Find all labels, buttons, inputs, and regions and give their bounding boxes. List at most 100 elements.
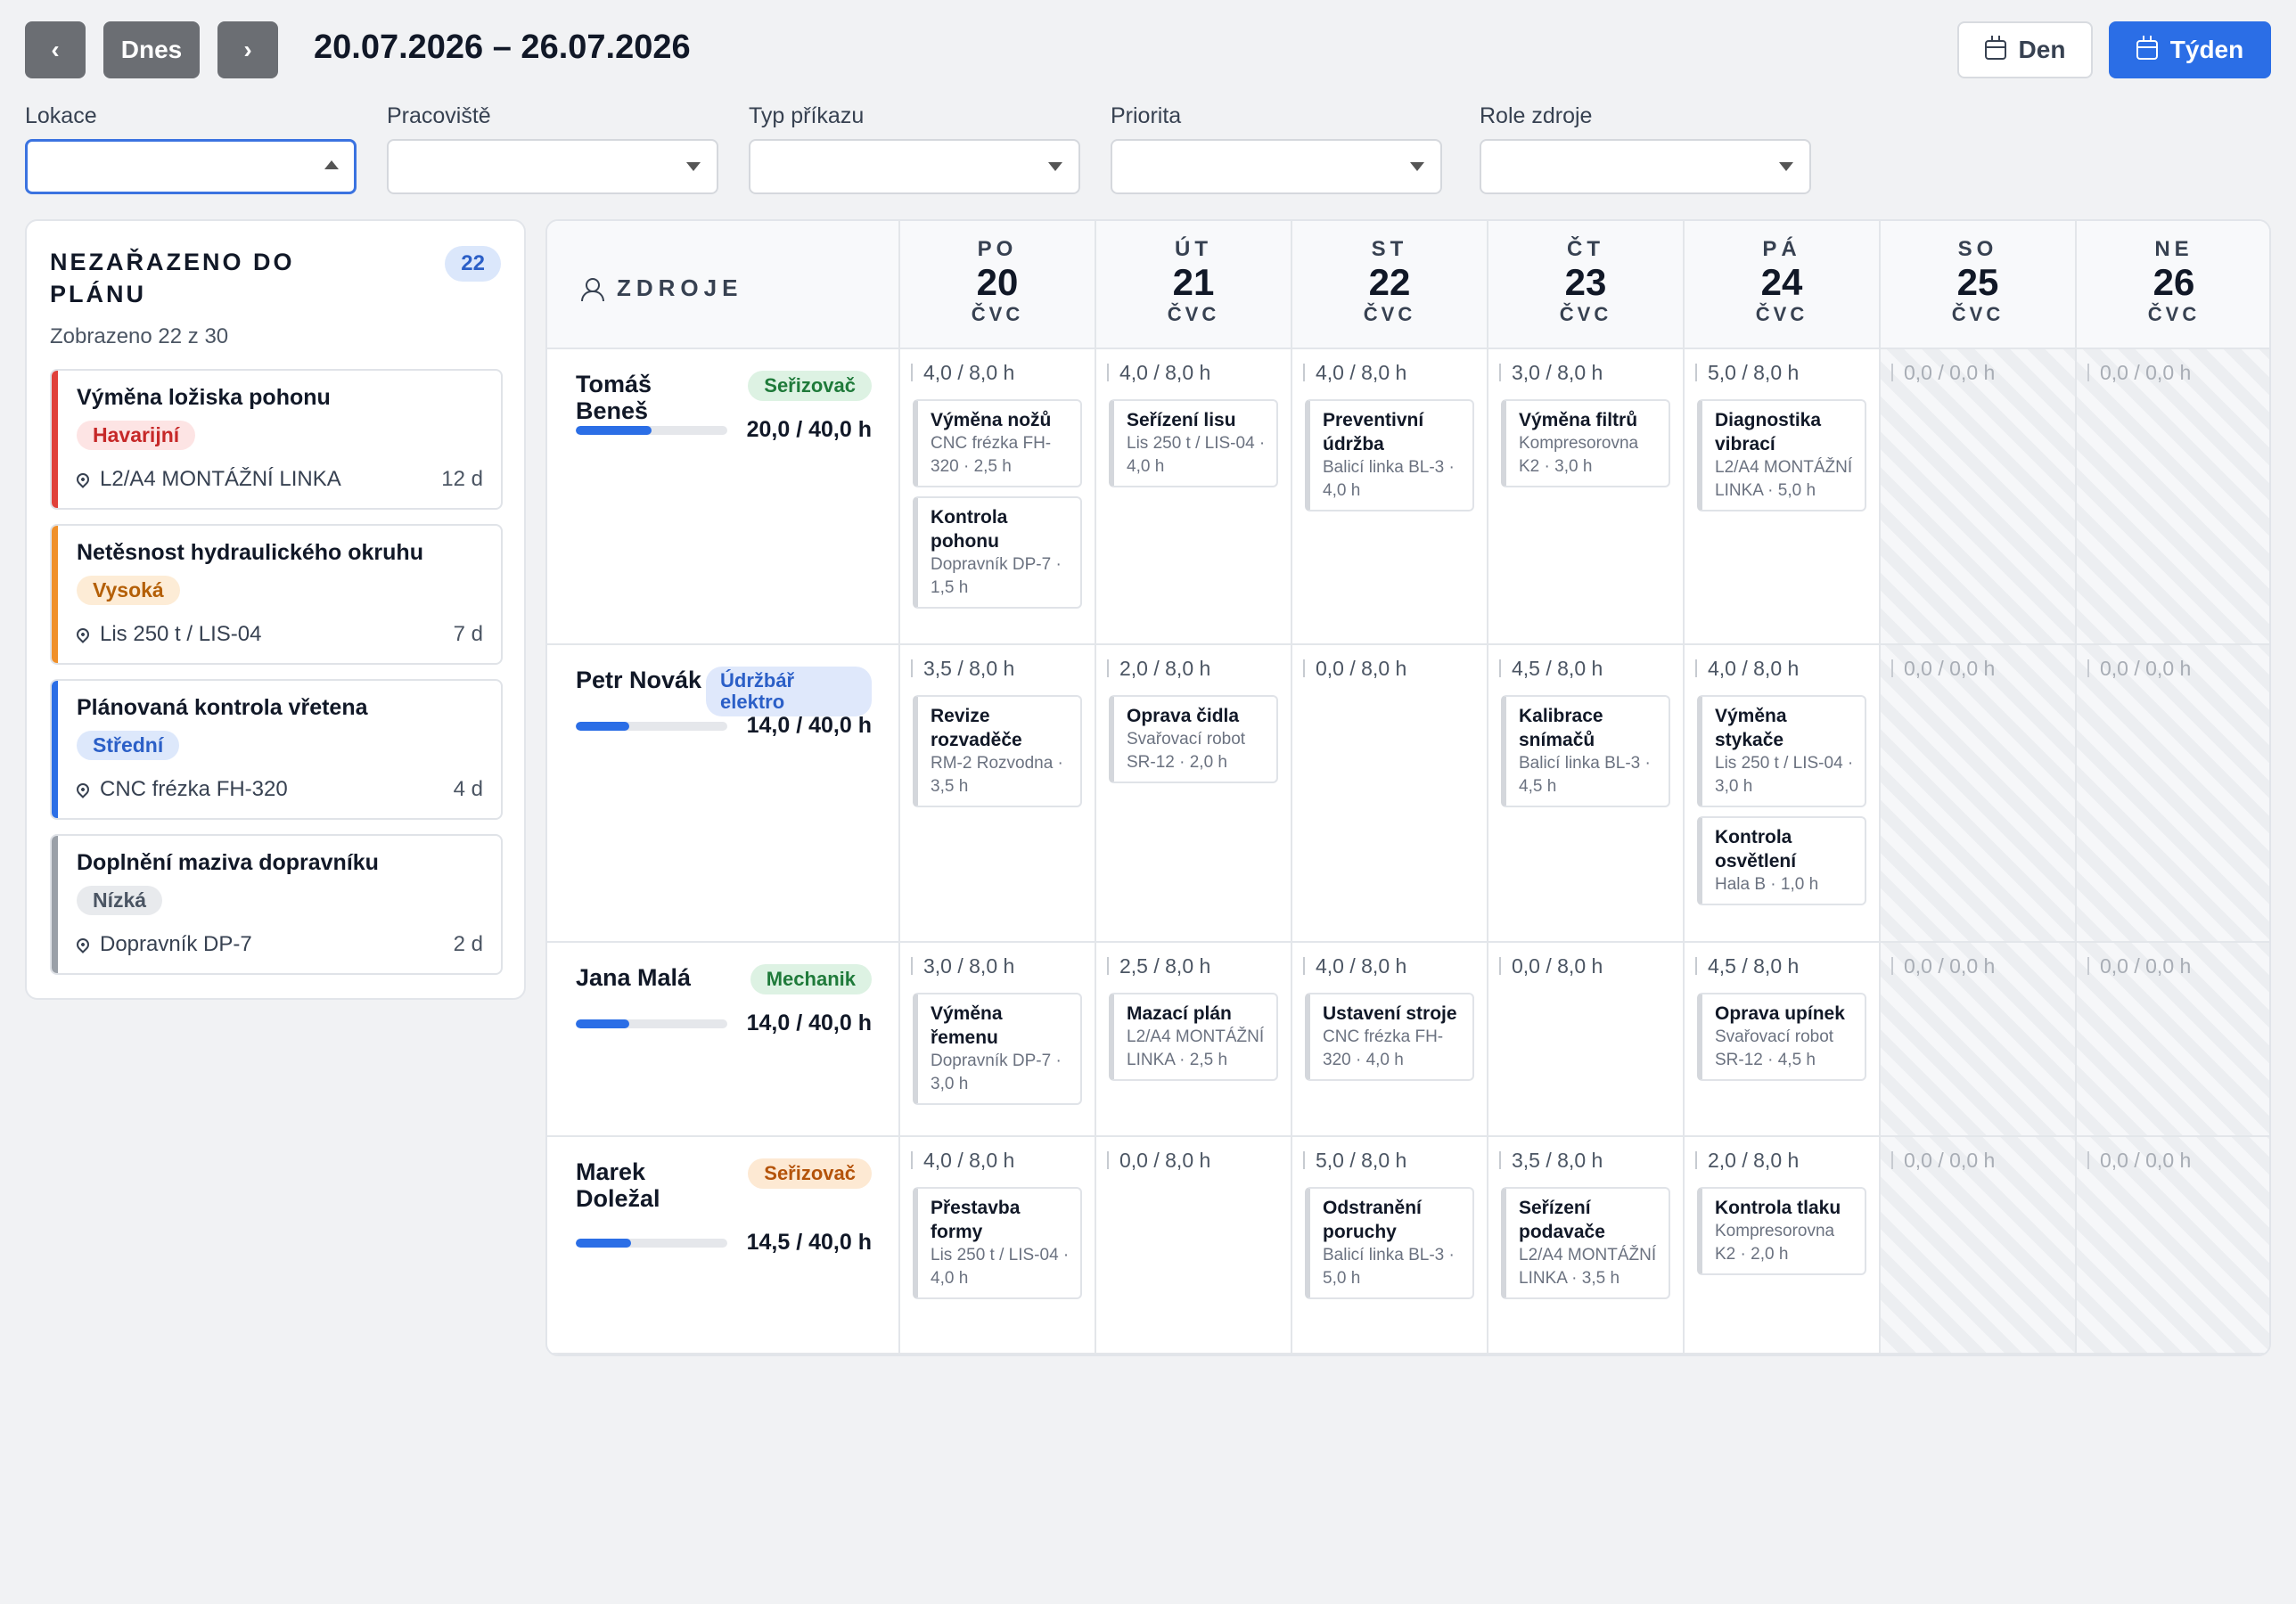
day-cell[interactable]: 5,0 / 8,0 h Diagnostika vibrací L2/A4 MONT…	[1683, 349, 1879, 643]
day-month: ČVC	[1559, 303, 1612, 325]
day-cell[interactable]: 4,0 / 8,0 h Výměna nožů CNC frézka FH-320 …	[898, 349, 1095, 643]
day-cell[interactable]: 4,0 / 8,0 h Přestavba formy Lis 250 t / LI…	[898, 1137, 1095, 1353]
unplanned-card[interactable]: Výměna ložiska pohonu Havarijní L2/A4 MONT…	[50, 369, 503, 510]
day-cell[interactable]: 0,0 / 0,0 h	[1879, 943, 2075, 1135]
work-order-card[interactable]: Ustavení stroje CNC frézka FH-320 · 4,0 h	[1305, 993, 1474, 1081]
previous-week-button[interactable]: ‹	[25, 21, 86, 78]
work-order-detail: Svařovací robot SR-12 · 2,0 h	[1127, 730, 1246, 772]
day-cell[interactable]: 0,0 / 0,0 h	[2075, 645, 2269, 941]
work-order-title: Oprava upínek	[1715, 1003, 1845, 1024]
filter-4: Role zdroje	[1480, 103, 1811, 194]
work-order-card[interactable]: Revize rozvaděče RM-2 Rozvodna · 3,5 h	[913, 695, 1082, 807]
work-order-card[interactable]: Odstranění poruchy Balicí linka BL-3 · 5,…	[1305, 1187, 1474, 1299]
work-order-detail: Dopravník DP-7 · 3,0 h	[931, 1052, 1062, 1093]
location-text: L2/A4 MONTÁŽNÍ LINKA	[100, 467, 341, 491]
day-cell[interactable]: 5,0 / 8,0 h Odstranění poruchy Balicí link…	[1291, 1137, 1487, 1353]
day-cell[interactable]: 0,0 / 0,0 h	[1879, 349, 2075, 643]
priority-badge: Střední	[77, 731, 180, 760]
day-cell[interactable]: 0,0 / 0,0 h	[1879, 1137, 2075, 1353]
day-cell[interactable]: 3,0 / 8,0 h Výměna řemenu Dopravník DP-7 ·…	[898, 943, 1095, 1135]
work-order-detail: Lis 250 t / LIS-04 · 3,0 h	[1715, 754, 1854, 796]
work-order-detail: Hala B · 1,0 h	[1715, 875, 1819, 894]
work-order-card[interactable]: Oprava čidla Svařovací robot SR-12 · 2,0 …	[1109, 695, 1278, 783]
today-button[interactable]: Dnes	[103, 21, 200, 78]
resource-hours: 14,0 / 40,0 h	[746, 713, 872, 738]
day-cell[interactable]: 4,0 / 8,0 h Preventivní údržba Balicí link…	[1291, 349, 1487, 643]
work-order-card[interactable]: Seřízení lisu Lis 250 t / LIS-04 · 4,0 h	[1109, 399, 1278, 487]
day-cell[interactable]: 4,0 / 8,0 h Výměna stykače Lis 250 t / LIS…	[1683, 645, 1879, 941]
work-order-card[interactable]: Oprava upínek Svařovací robot SR-12 · 4,5…	[1697, 993, 1866, 1081]
unplanned-card-title: Výměna ložiska pohonu	[77, 385, 331, 410]
day-cell[interactable]: 0,0 / 8,0 h	[1487, 943, 1683, 1135]
day-cell[interactable]: 0,0 / 0,0 h	[1879, 645, 2075, 941]
filter-select[interactable]	[749, 139, 1080, 194]
day-cell[interactable]: 2,0 / 8,0 h Kontrola tlaku Kompresorovna K…	[1683, 1137, 1879, 1353]
work-order-card[interactable]: Výměna nožů CNC frézka FH-320 · 2,5 h	[913, 399, 1082, 487]
work-order-card[interactable]: Kontrola pohonu Dopravník DP-7 · 1,5 h	[913, 496, 1082, 609]
day-load: 2,0 / 8,0 h	[1695, 1150, 1799, 1171]
day-cell[interactable]: 0,0 / 0,0 h	[2075, 1137, 2269, 1353]
day-cell[interactable]: 0,0 / 0,0 h	[2075, 943, 2269, 1135]
day-cell[interactable]: 4,0 / 8,0 h Ustavení stroje CNC frézka FH-…	[1291, 943, 1487, 1135]
day-number: 20	[976, 261, 1019, 303]
day-cell[interactable]: 3,0 / 8,0 h Výměna filtrů Kompresorovna K2…	[1487, 349, 1683, 643]
work-order-card[interactable]: Kalibrace snímačů Balicí linka BL-3 · 4,5…	[1501, 695, 1670, 807]
work-order-card[interactable]: Mazací plán L2/A4 MONTÁŽNÍ LINKA · 2,5 h	[1109, 993, 1278, 1081]
day-load: 4,0 / 8,0 h	[1695, 659, 1799, 679]
day-cell[interactable]: 4,0 / 8,0 h Seřízení lisu Lis 250 t / LIS-…	[1095, 349, 1291, 643]
work-order-card[interactable]: Výměna řemenu Dopravník DP-7 · 3,0 h	[913, 993, 1082, 1105]
day-load: 5,0 / 8,0 h	[1695, 363, 1799, 383]
work-order-card[interactable]: Výměna filtrů Kompresorovna K2 · 3,0 h	[1501, 399, 1670, 487]
unplanned-count-badge: 22	[445, 246, 501, 282]
day-cell[interactable]: 0,0 / 8,0 h	[1095, 1137, 1291, 1353]
unplanned-card[interactable]: Netěsnost hydraulického okruhu Vysoká Lis …	[50, 524, 503, 665]
unplanned-card-age: 12 d	[441, 467, 483, 491]
next-week-button[interactable]: ›	[217, 21, 278, 78]
day-load: 0,0 / 0,0 h	[1891, 1150, 1995, 1171]
work-order-detail: Lis 250 t / LIS-04 · 4,0 h	[1127, 434, 1266, 476]
chevron-down-icon	[686, 162, 701, 171]
work-order-card[interactable]: Přestavba formy Lis 250 t / LIS-04 · 4,0 …	[913, 1187, 1082, 1299]
unplanned-card-location: L2/A4 MONTÁŽNÍ LINKA	[74, 467, 341, 492]
unplanned-card[interactable]: Plánovaná kontrola vřetena Střední CNC fré…	[50, 679, 503, 820]
day-cell[interactable]: 3,5 / 8,0 h Seřízení podavače L2/A4 MONTÁŽ…	[1487, 1137, 1683, 1353]
unplanned-card[interactable]: Doplnění maziva dopravníku Nízká Dopravník…	[50, 834, 503, 975]
filter-select[interactable]	[1480, 139, 1811, 194]
day-cell[interactable]: 3,5 / 8,0 h Revize rozvaděče RM-2 Rozvodna…	[898, 645, 1095, 941]
resource-row: Jana Malá Mechanik 14,0 / 40,0 h 3,0 / 8,0 …	[547, 943, 2269, 1137]
work-order-card[interactable]: Výměna stykače Lis 250 t / LIS-04 · 3,0 h	[1697, 695, 1866, 807]
filter-select[interactable]	[25, 139, 357, 194]
resource-load-bar	[576, 1019, 727, 1028]
day-cell[interactable]: 4,5 / 8,0 h Oprava upínek Svařovací robot …	[1683, 943, 1879, 1135]
filter-select[interactable]	[387, 139, 718, 194]
work-order-title: Oprava čidla	[1127, 706, 1240, 726]
day-load: 4,0 / 8,0 h	[1303, 956, 1406, 977]
day-cell[interactable]: 4,5 / 8,0 h Kalibrace snímačů Balicí linka…	[1487, 645, 1683, 941]
resource-load-bar	[576, 1239, 727, 1248]
work-order-card[interactable]: Kontrola osvětlení Hala B · 1,0 h	[1697, 816, 1866, 905]
day-cell[interactable]: 0,0 / 8,0 h	[1291, 645, 1487, 941]
day-view-label: Den	[2018, 36, 2066, 63]
work-order-card[interactable]: Preventivní údržba Balicí linka BL-3 · 4,…	[1305, 399, 1474, 511]
resource-load-fill	[576, 1239, 631, 1248]
week-view-button[interactable]: Týden	[2109, 21, 2271, 78]
day-header-24: PÁ 24 ČVC	[1683, 221, 1879, 349]
work-order-card[interactable]: Diagnostika vibrací L2/A4 MONTÁŽNÍ LINKA …	[1697, 399, 1866, 511]
day-cell[interactable]: 0,0 / 0,0 h	[2075, 349, 2269, 643]
filter-label: Typ příkazu	[749, 103, 865, 128]
location-text: CNC frézka FH-320	[100, 777, 288, 801]
resource-load-fill	[576, 426, 652, 435]
day-load: 4,0 / 8,0 h	[911, 363, 1014, 383]
work-order-detail: Dopravník DP-7 · 1,5 h	[931, 555, 1062, 597]
work-order-card[interactable]: Seřízení podavače L2/A4 MONTÁŽNÍ LINKA · …	[1501, 1187, 1670, 1299]
resource-row: Petr Novák Údržbář elektro 14,0 / 40,0 h 3,…	[547, 645, 2269, 943]
resource-load-fill	[576, 722, 629, 731]
user-icon	[581, 277, 604, 301]
day-name: ČT	[1567, 237, 1604, 261]
work-order-card[interactable]: Kontrola tlaku Kompresorovna K2 · 2,0 h	[1697, 1187, 1866, 1275]
day-load: 0,0 / 8,0 h	[1303, 659, 1406, 679]
filter-select[interactable]	[1111, 139, 1442, 194]
day-view-button[interactable]: Den	[1957, 21, 2093, 78]
day-cell[interactable]: 2,0 / 8,0 h Oprava čidla Svařovací robot S…	[1095, 645, 1291, 941]
day-cell[interactable]: 2,5 / 8,0 h Mazací plán L2/A4 MONTÁŽNÍ LIN…	[1095, 943, 1291, 1135]
